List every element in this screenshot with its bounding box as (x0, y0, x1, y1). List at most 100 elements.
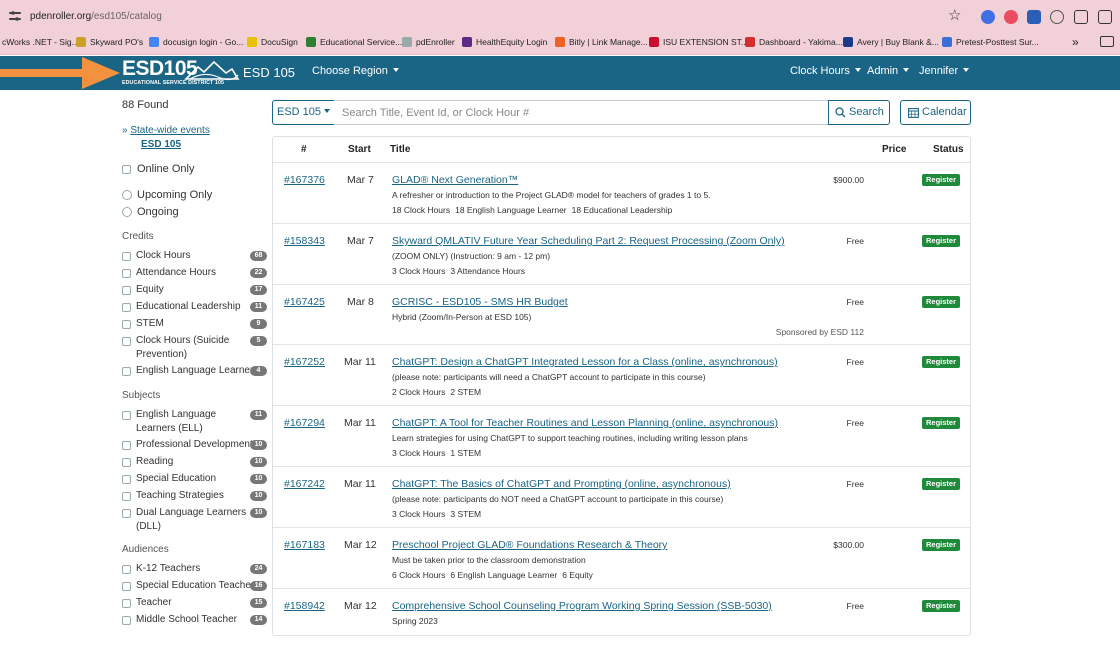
credits-checkbox[interactable] (122, 337, 131, 346)
register-button[interactable]: Register (922, 539, 961, 551)
credits-checkbox[interactable] (122, 286, 131, 295)
audiences-label: Middle School Teacher (136, 614, 237, 625)
event-title-link[interactable]: GCRISC - ESD105 - SMS HR Budget (392, 296, 568, 308)
bookmark-item[interactable]: Bitly | Link Manage... (555, 37, 648, 47)
event-title-link[interactable]: Preschool Project GLAD® Foundations Rese… (392, 539, 667, 551)
url-host: pdenroller.org (30, 11, 92, 22)
event-price: Free (846, 357, 864, 367)
credits-checkbox[interactable] (122, 320, 131, 329)
extension-icon-3[interactable] (1027, 10, 1041, 24)
bookmarks-folder-icon[interactable] (1100, 36, 1114, 47)
event-id-link[interactable]: #167252 (284, 356, 325, 368)
bookmark-item[interactable]: DocuSign (247, 37, 298, 47)
credits-checkbox[interactable] (122, 367, 131, 376)
count-badge: 17 (250, 285, 267, 295)
subjects-checkbox[interactable] (122, 492, 131, 501)
bookmark-item[interactable]: Educational Service... (306, 37, 402, 47)
register-button[interactable]: Register (922, 356, 961, 368)
event-id-link[interactable]: #167294 (284, 417, 325, 429)
register-button[interactable]: Register (922, 417, 961, 429)
credit-tag: 6 Equity (562, 570, 593, 580)
event-id-link[interactable]: #167376 (284, 174, 325, 186)
brand-name[interactable]: ESD 105 (243, 65, 295, 80)
event-title-link[interactable]: Comprehensive School Counseling Program … (392, 600, 772, 612)
bookmark-item[interactable]: docusign login - Go... (149, 37, 243, 47)
upcoming-only-radio[interactable] (122, 190, 132, 200)
extension-icon-2[interactable] (1004, 10, 1018, 24)
register-button[interactable]: Register (922, 174, 961, 186)
count-badge: 14 (250, 615, 267, 625)
credit-tag: 1 STEM (450, 448, 482, 458)
subjects-checkbox[interactable] (122, 475, 131, 484)
audiences-checkbox[interactable] (122, 565, 131, 574)
event-title-link[interactable]: ChatGPT: The Basics of ChatGPT and Promp… (392, 478, 731, 490)
credits-checkbox[interactable] (122, 303, 131, 312)
col-header-title: Title (390, 144, 411, 155)
bookmark-item[interactable]: HealthEquity Login (462, 37, 547, 47)
choose-region-dropdown[interactable]: Choose Region (312, 65, 399, 77)
side-panel-icon[interactable] (1098, 10, 1112, 24)
mountain-logo-icon (184, 60, 240, 81)
clock-hours-menu[interactable]: Clock Hours (790, 65, 861, 77)
credits-heading: Credits (122, 231, 154, 242)
bookmark-item[interactable]: Skyward PO's (76, 37, 143, 47)
event-id-link[interactable]: #167183 (284, 539, 325, 551)
audiences-checkbox[interactable] (122, 582, 131, 591)
event-credit-tags: 18 Clock Hours 18 English Language Learne… (392, 205, 677, 215)
ongoing-radio[interactable] (122, 207, 132, 217)
bookmark-item[interactable]: Pretest-Posttest Sur... (942, 37, 1039, 47)
table-row: #167252 Mar 11 ChatGPT: Design a ChatGPT I… (273, 344, 970, 405)
event-id-link[interactable]: #167425 (284, 296, 325, 308)
bookmark-item[interactable]: pdEnroller (402, 37, 455, 47)
audiences-checkbox[interactable] (122, 616, 131, 625)
extension-icon-1[interactable] (981, 10, 995, 24)
credit-tag: 3 Clock Hours (392, 448, 446, 458)
register-button[interactable]: Register (922, 478, 961, 490)
extensions-puzzle-icon[interactable] (1074, 10, 1088, 24)
event-price: Free (846, 479, 864, 489)
admin-menu[interactable]: Admin (867, 65, 910, 77)
region-scope-dropdown[interactable]: ESD 105 (272, 100, 335, 125)
event-title-link[interactable]: ChatGPT: A Tool for Teacher Routines and… (392, 417, 778, 429)
online-only-checkbox[interactable] (122, 165, 131, 174)
credits-checkbox[interactable] (122, 252, 131, 261)
count-badge: 11 (250, 410, 267, 420)
register-button[interactable]: Register (922, 600, 961, 612)
register-button[interactable]: Register (922, 235, 961, 247)
event-title-link[interactable]: Skyward QMLATIV Future Year Scheduling P… (392, 235, 785, 247)
event-id-link[interactable]: #167242 (284, 478, 325, 490)
event-start-date: Mar 11 (344, 478, 376, 490)
statewide-events-link[interactable]: » State-wide events (122, 125, 210, 136)
bookmark-star-icon[interactable]: ☆ (948, 8, 961, 23)
search-button[interactable]: Search (828, 100, 890, 125)
count-badge: 24 (250, 564, 267, 574)
subjects-checkbox[interactable] (122, 411, 131, 420)
subjects-checkbox[interactable] (122, 458, 131, 467)
register-button[interactable]: Register (922, 296, 961, 308)
bookmark-favicon-icon (843, 37, 853, 47)
event-title-link[interactable]: ChatGPT: Design a ChatGPT Integrated Les… (392, 356, 778, 368)
credit-tag: 3 Clock Hours (392, 509, 446, 519)
event-title-link[interactable]: GLAD® Next Generation™ (392, 174, 518, 186)
subjects-label: Teaching Strategies (136, 490, 224, 501)
esd105-region-link[interactable]: ESD 105 (141, 139, 181, 150)
user-menu[interactable]: Jennifer (919, 65, 970, 77)
bookmark-item[interactable]: ISU EXTENSION ST... (649, 37, 748, 47)
subjects-checkbox[interactable] (122, 509, 131, 518)
subjects-checkbox[interactable] (122, 441, 131, 450)
credits-checkbox[interactable] (122, 269, 131, 278)
bookmark-item[interactable]: Dashboard - Yakima... (745, 37, 843, 47)
event-id-link[interactable]: #158343 (284, 235, 325, 247)
more-bookmarks-icon[interactable]: » (1072, 35, 1079, 49)
audiences-checkbox[interactable] (122, 599, 131, 608)
site-info-icon[interactable] (8, 9, 22, 23)
extension-icon-4[interactable] (1050, 10, 1064, 24)
bookmark-favicon-icon (555, 37, 565, 47)
calendar-button[interactable]: Calendar (900, 100, 971, 125)
event-id-link[interactable]: #158942 (284, 600, 325, 612)
bookmark-item[interactable]: cWorks .NET - Sig... (2, 37, 79, 47)
bookmark-favicon-icon (462, 37, 472, 47)
bookmark-item[interactable]: Avery | Buy Blank &... (843, 37, 939, 47)
url-field[interactable]: pdenroller.org/esd105/catalog (26, 6, 971, 28)
search-input[interactable] (334, 100, 829, 125)
